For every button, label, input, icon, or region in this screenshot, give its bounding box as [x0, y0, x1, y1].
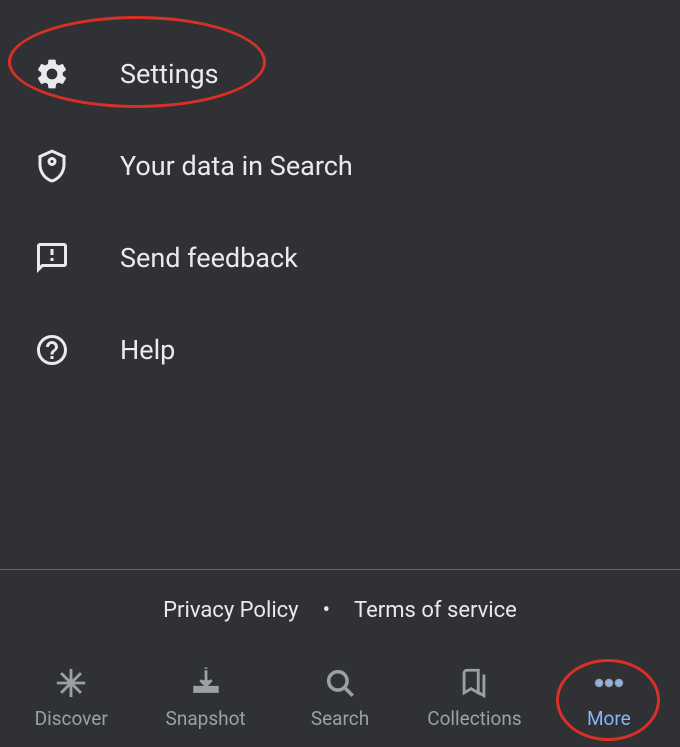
shield-icon [30, 144, 74, 188]
menu-item-help[interactable]: Help [0, 304, 680, 396]
more-icon [591, 665, 627, 701]
nav-label-search: Search [311, 707, 369, 730]
menu-list: Settings Your data in Search Send feedba… [0, 0, 680, 569]
menu-label-feedback: Send feedback [120, 242, 298, 274]
nav-item-search[interactable]: Search [273, 665, 407, 730]
nav-label-discover: Discover [35, 707, 108, 730]
menu-label-your-data: Your data in Search [120, 150, 353, 182]
terms-of-service-link[interactable]: Terms of service [354, 598, 517, 623]
collections-icon [456, 665, 492, 701]
feedback-icon [30, 236, 74, 280]
search-icon [322, 665, 358, 701]
snapshot-icon [188, 665, 224, 701]
nav-label-more: More [587, 707, 631, 730]
menu-item-your-data[interactable]: Your data in Search [0, 120, 680, 212]
nav-item-snapshot[interactable]: Snapshot [138, 665, 272, 730]
menu-label-settings: Settings [120, 58, 219, 90]
gear-icon [30, 52, 74, 96]
dot-separator: • [323, 598, 330, 623]
nav-item-more[interactable]: More [542, 665, 676, 730]
footer-links: Privacy Policy • Terms of service [0, 569, 680, 647]
menu-item-settings[interactable]: Settings [0, 28, 680, 120]
discover-icon [53, 665, 89, 701]
nav-label-collections: Collections [427, 707, 521, 730]
nav-item-discover[interactable]: Discover [4, 665, 138, 730]
nav-item-collections[interactable]: Collections [407, 665, 541, 730]
menu-item-feedback[interactable]: Send feedback [0, 212, 680, 304]
menu-label-help: Help [120, 334, 175, 366]
help-icon [30, 328, 74, 372]
bottom-nav: Discover Snapshot Search Collections Mor… [0, 647, 680, 747]
nav-label-snapshot: Snapshot [166, 707, 246, 730]
privacy-policy-link[interactable]: Privacy Policy [163, 598, 298, 623]
